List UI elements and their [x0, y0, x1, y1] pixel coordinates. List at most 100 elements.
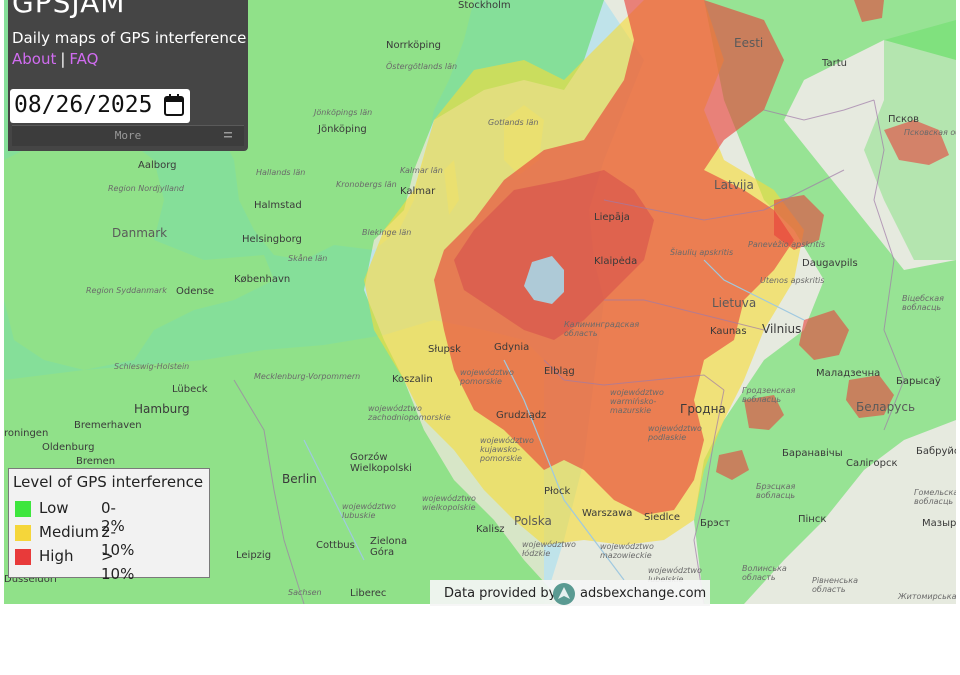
label-warszawa: Warszawa	[582, 508, 633, 519]
label-zachodnio: województwo zachodniopomorskie	[368, 404, 451, 422]
date-input[interactable]: 08/26/2025	[14, 92, 152, 118]
label-zielona: Zielona Góra	[370, 536, 408, 558]
label-klaipeda: Klaipėda	[594, 256, 638, 267]
label-kobenhavn: København	[234, 274, 291, 285]
label-plock: Płock	[544, 486, 571, 497]
label-groningen: roningen	[4, 428, 49, 439]
legend-swatch-low	[15, 501, 31, 517]
legend-range: > 10%	[101, 547, 135, 583]
app-title: GPSJAM	[12, 0, 126, 19]
grip-icon	[224, 132, 232, 138]
label-leipzig: Leipzig	[236, 550, 272, 561]
label-pskov: Псков	[888, 114, 920, 125]
label-kalmar: Kalmar	[400, 186, 436, 197]
label-kronobergs: Kronobergs län	[336, 180, 397, 189]
label-jonkoping: Jönköpings län	[314, 108, 373, 117]
label-bremen: Bremen	[76, 456, 116, 467]
faq-link[interactable]: FAQ	[69, 50, 98, 68]
legend-name: Medium	[39, 523, 99, 541]
label-vilnius: Vilnius	[762, 322, 802, 336]
label-salihorsk: Салігорск	[846, 458, 898, 469]
label-region-syddanmark: Region Syddanmark	[86, 286, 167, 295]
label-kalmar-lan: Kalmar län	[400, 166, 443, 175]
legend-swatch-medium	[15, 525, 31, 541]
nav-links: About | FAQ	[12, 50, 98, 68]
label-lietuva: Lietuva	[712, 296, 757, 310]
label-oldenburg: Oldenburg	[42, 442, 95, 453]
label-stockholm: Stockholm	[458, 0, 511, 11]
legend-name: High	[39, 547, 74, 565]
label-schleswig: Schleswig-Holstein	[114, 362, 190, 371]
adsbexchange-logo-icon[interactable]	[552, 582, 576, 606]
label-kaliningrad: Калининградская область	[564, 320, 640, 338]
label-slupsk: Słupsk	[428, 344, 461, 355]
date-picker[interactable]: 08/26/2025	[10, 89, 190, 123]
label-belarus: Беларусь	[856, 400, 916, 414]
about-link[interactable]: About	[12, 50, 56, 68]
label-polska: Polska	[514, 514, 552, 528]
label-koszalin: Koszalin	[392, 374, 433, 385]
label-gotlands: Gotlands län	[488, 118, 539, 127]
label-grodno-obl: Гродзенская вобласць	[742, 386, 796, 404]
label-siedlce: Siedlce	[644, 512, 681, 523]
label-lodzkie: województwo łódzkie	[522, 540, 576, 558]
label-pomorskie: województwo pomorskie	[460, 368, 514, 386]
label-maladzechna: Маладзечна	[816, 368, 881, 379]
label-wielkopolskie: województwo wielkopolskie	[422, 494, 476, 512]
label-zhytomyr: Житомирська	[898, 592, 956, 601]
label-skane: Skåne län	[288, 254, 328, 263]
label-aalborg: Aalborg	[138, 160, 177, 171]
label-siauliu: Šiaulių apskritis	[670, 248, 734, 257]
legend-name: Low	[39, 499, 69, 517]
label-homel: Гомельская вобласць	[914, 488, 956, 506]
label-baranavichy: Баранавічы	[782, 448, 843, 459]
label-blekinge: Blekinge län	[362, 228, 412, 237]
label-mazyr: Мазыр	[922, 518, 956, 529]
label-latvija: Latvija	[714, 178, 754, 192]
label-podlaskie: województwo podlaskie	[648, 424, 702, 442]
label-pinsk: Пінск	[798, 514, 827, 525]
label-kaunas: Kaunas	[710, 326, 747, 337]
attribution: Data provided by adsbexchange.com	[430, 580, 710, 606]
app-subtitle: Daily maps of GPS interference	[12, 29, 247, 47]
label-liepaja: Liepāja	[594, 212, 630, 223]
label-daugavpils: Daugavpils	[802, 258, 858, 269]
label-panevezio: Panevėžio apskritis	[748, 240, 826, 249]
label-brest-obl: Брэсцкая вобласць	[756, 482, 796, 500]
label-berlin: Berlin	[282, 472, 317, 486]
label-jonkoping-city: Jönköping	[318, 124, 367, 135]
label-hallands: Hallands län	[256, 168, 306, 177]
label-ostergotlands: Östergötlands län	[386, 62, 458, 71]
label-babruysk: Бабруйск	[916, 446, 956, 457]
legend-swatch-high	[15, 549, 31, 565]
label-grodno: Гродна	[680, 402, 726, 416]
attribution-text: Data provided by	[444, 586, 557, 601]
label-cottbus: Cottbus	[316, 540, 355, 551]
label-brest: Брэст	[700, 518, 731, 529]
label-lubuskie: województwo lubuskie	[342, 502, 396, 520]
label-gorzow: Gorzów Wielkopolski	[350, 452, 412, 474]
label-halmstad: Halmstad	[254, 200, 302, 211]
label-mazowieckie: województwo mazowieckie	[600, 542, 654, 560]
label-utenos: Utenos apskritis	[760, 276, 825, 285]
attribution-site-link[interactable]: adsbexchange.com	[580, 586, 706, 601]
calendar-icon[interactable]	[164, 94, 184, 116]
label-grudziadz: Grudziądz	[496, 410, 547, 421]
legend: Level of GPS interference Low 0-2% Mediu…	[8, 468, 210, 583]
more-toggle[interactable]: More	[12, 125, 244, 146]
label-barysau: Барысаў	[896, 376, 941, 387]
label-odense: Odense	[176, 286, 215, 297]
label-danmark: Danmark	[112, 226, 168, 240]
label-bremerhaven: Bremerhaven	[74, 420, 142, 431]
label-rivne: Рівненська область	[812, 576, 858, 594]
label-gdynia: Gdynia	[494, 342, 530, 353]
label-vitebsk: Віцебская вобласць	[902, 294, 944, 312]
label-hamburg: Hamburg	[134, 402, 190, 416]
label-eesti: Eesti	[734, 36, 764, 50]
label-helsingborg: Helsingborg	[242, 234, 302, 245]
label-tartu: Tartu	[822, 58, 847, 69]
label-liberec: Liberec	[350, 588, 387, 599]
label-volyn: Волинська область	[742, 564, 787, 582]
label-norrkoping: Norrköping	[386, 40, 442, 51]
label-pskov-obl: Псковская область	[904, 128, 956, 137]
